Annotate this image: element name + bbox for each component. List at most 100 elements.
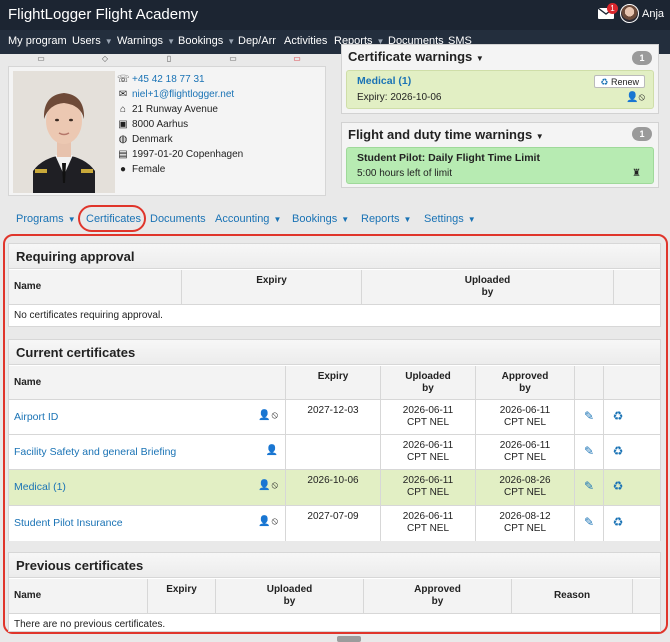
empty-message: There are no previous certificates. xyxy=(14,619,166,630)
profile-gender: ● Female xyxy=(117,164,165,178)
nav-item-my-program[interactable]: My program xyxy=(8,35,67,47)
certificate-warnings-panel: Certificate warnings ▼ 1 Medical (1) Exp… xyxy=(341,44,659,114)
column-header-name[interactable]: Name xyxy=(9,270,181,304)
person-icon: ● xyxy=(119,164,127,175)
warning-item-title[interactable]: Medical (1) xyxy=(357,75,411,87)
column-header-name[interactable]: Name xyxy=(9,366,285,399)
app-title[interactable]: FlightLogger Flight Academy xyxy=(8,6,198,23)
tab-settings[interactable]: Settings ▼ xyxy=(424,213,476,225)
app-header: FlightLogger Flight Academy 1 Anja xyxy=(0,0,670,30)
tab-programs[interactable]: Programs ▼ xyxy=(16,213,76,225)
chevron-down-icon: ▼ xyxy=(467,215,476,224)
mail-badge: 1 xyxy=(607,3,618,14)
column-header-blank xyxy=(632,579,662,613)
envelope-icon: ✉ xyxy=(118,89,128,100)
tab-reports[interactable]: Reports ▼ xyxy=(361,213,411,225)
nav-item-bookings[interactable]: Bookings ▼ xyxy=(178,35,235,47)
certificate-link[interactable]: Medical (1) xyxy=(14,481,66,493)
recycle-icon[interactable]: ♻ xyxy=(613,444,624,458)
person-prohibited-icon: 👤⦸ xyxy=(258,480,279,491)
certificate-link[interactable]: Airport ID xyxy=(14,411,58,423)
recycle-icon[interactable]: ♻ xyxy=(613,409,624,423)
chevron-down-icon: ▼ xyxy=(167,37,175,46)
column-header-uploaded[interactable]: Uploaded by xyxy=(361,270,613,304)
profile-tabs: ▭ ◇ ▯ ▭ ▭ xyxy=(8,54,326,66)
tab-accounting[interactable]: Accounting ▼ xyxy=(215,213,281,225)
table-row: Student Pilot Insurance 👤⦸ 2027-07-09 20… xyxy=(9,506,660,541)
profile-email[interactable]: ✉ niel+1@flightlogger.net xyxy=(117,89,234,103)
cell-name: Student Pilot Insurance 👤⦸ xyxy=(9,506,285,541)
tag-icon[interactable]: ◇ xyxy=(98,54,112,63)
duty-warnings-count: 1 xyxy=(632,127,652,141)
recycle-icon[interactable]: ♻ xyxy=(613,515,624,529)
column-header-uploaded[interactable]: Uploaded by xyxy=(215,579,363,613)
table-row: Medical (1) 👤⦸ 2026-10-06 2026-06-11 CPT … xyxy=(9,470,660,506)
cell-renew: ♻ xyxy=(603,435,632,469)
id-card-icon[interactable]: ▭ xyxy=(34,54,48,63)
pencil-icon[interactable]: ✎ xyxy=(584,409,594,423)
pencil-icon[interactable]: ✎ xyxy=(584,515,594,529)
tab-bookings[interactable]: Bookings ▼ xyxy=(292,213,349,225)
cell-renew: ♻ xyxy=(603,506,632,541)
cell-name: Facility Safety and general Briefing 👤 xyxy=(9,435,285,469)
person-prohibited-icon: 👤⦸ xyxy=(258,410,279,421)
column-header-expiry[interactable]: Expiry xyxy=(285,366,380,399)
chevron-down-icon: ▼ xyxy=(535,132,544,141)
cell-edit: ✎ xyxy=(574,400,603,434)
column-header-reason[interactable]: Reason xyxy=(511,579,632,613)
certificate-link[interactable]: Facility Safety and general Briefing xyxy=(14,446,176,458)
previous-certificates-section: Previous certificates Name Expiry Upload… xyxy=(8,552,661,632)
scroll-handle[interactable] xyxy=(337,636,361,642)
section-title: Current certificates xyxy=(9,340,660,365)
cell-approved: 2026-06-11 CPT NEL xyxy=(475,435,574,469)
tab-documents[interactable]: Documents xyxy=(150,213,206,225)
column-header-expiry[interactable]: Expiry xyxy=(181,270,361,304)
recycle-icon[interactable]: ♻ xyxy=(613,479,624,493)
nav-item-users[interactable]: Users ▼ xyxy=(72,35,113,47)
calendar-icon: ▤ xyxy=(118,149,128,160)
home-icon: ⌂ xyxy=(119,104,127,115)
profile-phone[interactable]: ☏ +45 42 18 77 31 xyxy=(117,74,205,88)
nav-item-warnings[interactable]: Warnings ▼ xyxy=(117,35,175,47)
pencil-icon[interactable]: ✎ xyxy=(584,479,594,493)
warning-item-flight-time: Student Pilot: Daily Flight Time Limit 5… xyxy=(346,147,654,184)
phone-icon[interactable]: ▯ xyxy=(162,54,176,63)
cell-name: Airport ID 👤⦸ xyxy=(9,400,285,434)
column-header-approved[interactable]: Approved by xyxy=(475,366,574,399)
column-header-approved[interactable]: Approved by xyxy=(363,579,511,613)
column-header-name[interactable]: Name xyxy=(9,579,147,613)
cell-edit: ✎ xyxy=(574,506,603,541)
chevron-down-icon: ▼ xyxy=(227,37,236,46)
duty-warnings-title[interactable]: Flight and duty time warnings ▼ xyxy=(348,127,544,142)
cell-name: Medical (1) 👤⦸ xyxy=(9,470,285,505)
chevron-down-icon: ▼ xyxy=(273,215,282,224)
avatar[interactable] xyxy=(620,4,639,23)
column-header-expiry[interactable]: Expiry xyxy=(147,579,215,613)
renew-button[interactable]: ♻ Renew xyxy=(594,75,645,88)
recycle-icon: ♻ xyxy=(600,77,609,87)
table-header: Name Expiry Uploaded by Approved by Reason xyxy=(9,579,660,614)
profile-street: ⌂ 21 Runway Avenue xyxy=(117,104,218,118)
profile-city: ▣ 8000 Aarhus xyxy=(118,119,189,130)
chevron-down-icon: ▼ xyxy=(67,215,76,224)
table-header: Name Expiry Uploaded by Approved by xyxy=(9,366,660,400)
warning-item-title: Student Pilot: Daily Flight Time Limit xyxy=(357,152,540,164)
nav-item-activities[interactable]: Activities xyxy=(284,35,327,47)
pencil-icon[interactable]: ✎ xyxy=(584,444,594,458)
user-name[interactable]: Anja xyxy=(642,8,664,20)
user-card-icon[interactable]: ▭ xyxy=(226,54,240,63)
column-header-uploaded[interactable]: Uploaded by xyxy=(380,366,475,399)
chevron-down-icon: ▼ xyxy=(475,54,484,63)
alert-card-icon[interactable]: ▭ xyxy=(290,54,304,63)
column-header-renew xyxy=(603,366,632,399)
chevron-down-icon: ▼ xyxy=(403,215,412,224)
pilot-icon: ♜ xyxy=(632,168,641,179)
cell-approved: 2026-08-26 CPT NEL xyxy=(475,470,574,505)
warning-item-detail: 5:00 hours left of limit xyxy=(357,168,453,179)
nav-item-dep-arr[interactable]: Dep/Arr xyxy=(238,35,276,47)
warning-item-detail: Expiry: 2026-10-06 xyxy=(357,92,442,103)
profile-card: ☏ +45 42 18 77 31 ✉ niel+1@flightlogger.ne… xyxy=(8,66,326,196)
cell-renew: ♻ xyxy=(603,470,632,505)
certificate-warnings-title[interactable]: Certificate warnings ▼ xyxy=(348,49,484,64)
certificate-link[interactable]: Student Pilot Insurance xyxy=(14,517,123,529)
